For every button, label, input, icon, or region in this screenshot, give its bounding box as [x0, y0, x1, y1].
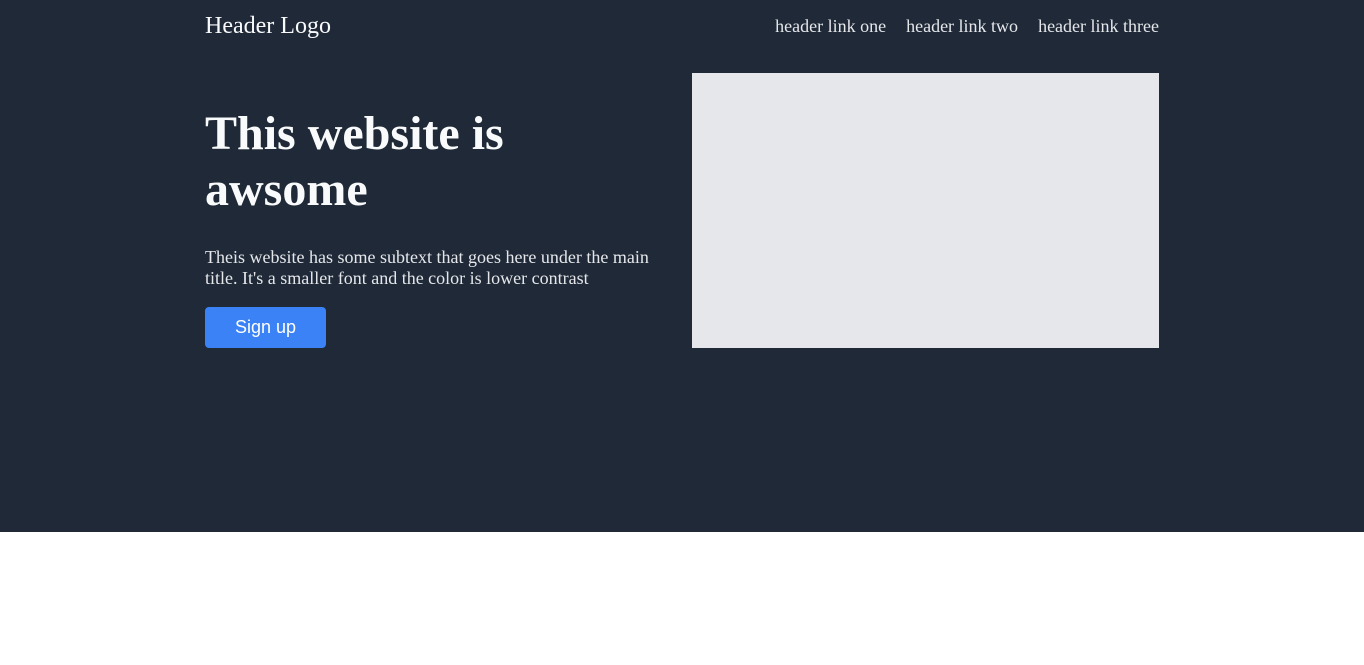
- hero-subtext: Theis website has some subtext that goes…: [205, 247, 649, 288]
- hero-image-placeholder: [692, 73, 1159, 348]
- hero-section: Header Logo header link one header link …: [0, 0, 1364, 532]
- header-nav: header link one header link two header l…: [775, 15, 1159, 37]
- nav-link-one[interactable]: header link one: [775, 15, 886, 37]
- signup-button[interactable]: Sign up: [205, 307, 326, 348]
- nav-link-two[interactable]: header link two: [906, 15, 1018, 37]
- hero-title: This website is awsome: [205, 107, 504, 216]
- header-logo[interactable]: Header Logo: [205, 12, 331, 40]
- nav-link-three[interactable]: header link three: [1038, 15, 1159, 37]
